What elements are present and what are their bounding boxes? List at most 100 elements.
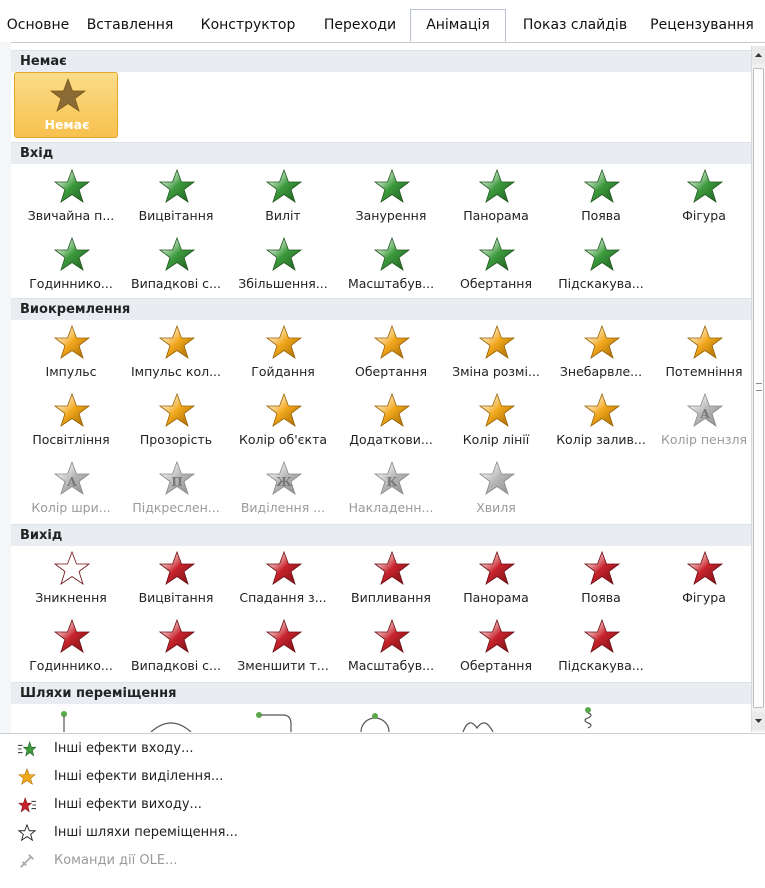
tab-design[interactable]: Конструктор: [196, 10, 300, 42]
disappear-star-icon: [53, 550, 91, 585]
scroll-up-button[interactable]: [752, 46, 765, 64]
entrance-effect-item[interactable]: Випадкові с...: [124, 232, 228, 296]
effect-label: Занурення: [355, 208, 427, 223]
menu-item-more-motion-paths[interactable]: Інші шляхи переміщення...: [14, 820, 714, 846]
menu-item-more-exit[interactable]: Інші ефекти виходу...: [14, 792, 714, 818]
color-pulse-star-icon: [158, 324, 196, 359]
exit-effect-item[interactable]: Випливання: [339, 546, 443, 610]
circle-path-icon: [360, 713, 390, 732]
none-effect-item[interactable]: Немає: [14, 72, 118, 138]
effect-label: Масштабув...: [347, 276, 435, 291]
tab-insert[interactable]: Вставлення: [82, 10, 178, 42]
exit-effect-item[interactable]: Спадання з...: [231, 546, 335, 610]
emphasis-effect-item[interactable]: Колір об'єкта: [231, 388, 335, 452]
emphasis-effect-item[interactable]: Знебарвле...: [549, 320, 653, 384]
exit-effect-item[interactable]: Зменшити т...: [231, 614, 335, 678]
menu-item-more-emphasis[interactable]: Інші ефекти виділення...: [14, 764, 714, 790]
bold-flash-star-icon: Ж: [265, 460, 303, 495]
entrance-effect-item[interactable]: Збільшення...: [231, 232, 335, 296]
tab-animations[interactable]: Анімація: [410, 9, 506, 42]
effect-label: Прозорість: [139, 432, 213, 447]
entrance-effect-item[interactable]: Звичайна п...: [19, 164, 123, 228]
tab-review[interactable]: Рецензування: [646, 10, 758, 42]
effect-label: Обертання: [355, 364, 427, 379]
exit-effect-item[interactable]: Панорама: [444, 546, 548, 610]
entrance-effect-item[interactable]: Масштабув...: [339, 232, 443, 296]
wheel-out-star-icon: [53, 618, 91, 653]
exit-effect-item[interactable]: Зникнення: [19, 546, 123, 610]
exit-effect-item[interactable]: Підскакува...: [549, 614, 653, 678]
motion-paths-preview: [61, 707, 592, 732]
exit-effect-item[interactable]: Фігура: [652, 546, 751, 610]
effect-label: Фігура: [682, 590, 726, 605]
line-color-star-icon: [478, 392, 516, 427]
emphasis-effect-item[interactable]: Додаткови...: [339, 388, 443, 452]
arrow-up-icon: [755, 53, 762, 57]
effect-label: Імпульс кол...: [131, 364, 221, 379]
scroll-thumb[interactable]: [753, 68, 764, 708]
entrance-effect-item[interactable]: Виліт: [231, 164, 335, 228]
ole-action-verbs-icon: [20, 854, 34, 868]
scroll-down-button[interactable]: [752, 712, 765, 730]
section-entrance-header: Вхід: [11, 142, 751, 164]
tab-slide-show[interactable]: Показ слайдів: [516, 10, 634, 42]
section-exit-header: Вихід: [11, 524, 751, 546]
bounce-star-icon: [583, 236, 621, 271]
entrance-effect-item[interactable]: Підскакува...: [549, 232, 653, 296]
arc-path-icon: [150, 722, 192, 732]
emphasis-effect-item[interactable]: Зміна розмі...: [444, 320, 548, 384]
transparency-star-icon: [158, 392, 196, 427]
emphasis-effect-item[interactable]: Гойдання: [231, 320, 335, 384]
spiral-path-icon: [584, 707, 592, 729]
tab-home[interactable]: Основне: [0, 10, 78, 42]
arrow-down-icon: [755, 719, 762, 723]
effect-label: Поява: [581, 590, 621, 605]
effect-label: Годиннико...: [29, 276, 113, 291]
zoom-star-icon: [373, 236, 411, 271]
fade-out-star-icon: [158, 550, 196, 585]
emphasis-effect-item[interactable]: Імпульс кол...: [124, 320, 228, 384]
emphasis-effect-item[interactable]: Обертання: [339, 320, 443, 384]
exit-effect-item[interactable]: Масштабув...: [339, 614, 443, 678]
emphasis-effect-item: К Накладенн...: [339, 456, 443, 520]
menu-item-more-entrance[interactable]: Інші ефекти входу...: [14, 736, 714, 762]
emphasis-effect-item[interactable]: Прозорість: [124, 388, 228, 452]
entrance-effect-item[interactable]: Панорама: [444, 164, 548, 228]
entrance-effect-item[interactable]: Вицвітання: [124, 164, 228, 228]
effect-label: Колір лінії: [462, 432, 530, 447]
emphasis-effect-item[interactable]: Імпульс: [19, 320, 123, 384]
more-emphasis-effects-icon: [18, 768, 36, 785]
exit-effect-item[interactable]: Випадкові с...: [124, 614, 228, 678]
exit-effect-item[interactable]: Поява: [549, 546, 653, 610]
emphasis-effect-item[interactable]: Колір залив...: [549, 388, 653, 452]
object-color-star-icon: [265, 392, 303, 427]
bold-reveal-star-icon: К: [373, 460, 411, 495]
effect-label: Годиннико...: [29, 658, 113, 673]
exit-effect-item[interactable]: Годиннико...: [19, 614, 123, 678]
ribbon-tabs: Основне Вставлення Конструктор Переходи …: [0, 0, 765, 43]
effect-label: Випадкові с...: [131, 276, 221, 291]
emphasis-effect-item: A Колір пензля: [652, 388, 751, 452]
darken-star-icon: [686, 324, 724, 359]
entrance-effect-item[interactable]: Занурення: [339, 164, 443, 228]
split-out-star-icon: [478, 550, 516, 585]
emphasis-effect-item[interactable]: Посвітління: [19, 388, 123, 452]
effect-label: Вицвітання: [138, 590, 214, 605]
entrance-effect-item[interactable]: Фігура: [652, 164, 751, 228]
emphasis-effect-item[interactable]: Потемніння: [652, 320, 751, 384]
gallery-scrollbar[interactable]: [751, 46, 765, 732]
swivel-star-icon: [478, 236, 516, 271]
lighten-star-icon: [53, 392, 91, 427]
emphasis-effect-item: A Колір шри...: [19, 456, 123, 520]
entrance-effect-item[interactable]: Годиннико...: [19, 232, 123, 296]
spin-star-icon: [373, 324, 411, 359]
entrance-effect-item[interactable]: Поява: [549, 164, 653, 228]
effect-label: Підкреслен...: [132, 500, 220, 515]
entrance-effect-item[interactable]: Обертання: [444, 232, 548, 296]
effect-label: Панорама: [463, 590, 529, 605]
tab-transitions[interactable]: Переходи: [316, 10, 404, 42]
emphasis-effect-item[interactable]: Колір лінії: [444, 388, 548, 452]
exit-effect-item[interactable]: Вицвітання: [124, 546, 228, 610]
exit-effect-item[interactable]: Обертання: [444, 614, 548, 678]
turn-path-icon: [256, 712, 292, 732]
